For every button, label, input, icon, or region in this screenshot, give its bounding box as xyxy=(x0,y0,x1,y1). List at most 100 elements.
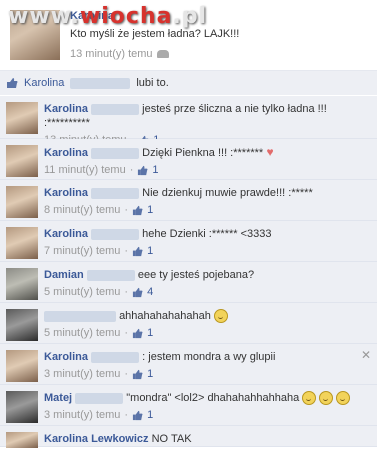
comment-line: Karolina Nie dzienkuj muwie prawde!!! :*… xyxy=(44,186,359,200)
comment-meta: 5 minut(y) temu · 4 xyxy=(44,285,359,299)
thumbs-up-icon xyxy=(7,78,18,88)
comment-item: Damian eee ty jesteś pojebana? 5 minut(y)… xyxy=(0,262,377,303)
redacted-name xyxy=(91,147,140,159)
comment-time[interactable]: 8 minut(y) temu xyxy=(44,203,120,217)
comment-author[interactable]: Karolina Lewkowicz xyxy=(44,433,149,445)
comment-author[interactable]: Karolina xyxy=(44,103,88,115)
comment-time[interactable]: 3 minut(y) temu xyxy=(44,367,120,381)
comments-list: Karolina jesteś prze śliczna a nie tylko… xyxy=(0,96,377,448)
comment-author[interactable]: Karolina xyxy=(44,351,88,363)
comment-body: Damian eee ty jesteś pojebana? 5 minut(y)… xyxy=(44,262,377,299)
comment-meta: 11 minut(y) temu · 1 xyxy=(44,163,359,177)
smiley-icon xyxy=(213,309,228,324)
comment-avatar[interactable] xyxy=(6,145,38,177)
thumbs-up-icon[interactable] xyxy=(132,369,143,380)
comment-author[interactable]: Damian xyxy=(44,269,84,281)
thumbs-up-icon[interactable] xyxy=(132,328,143,339)
smiley-icon xyxy=(336,391,351,406)
post-meta: 13 minut(y) temu xyxy=(70,48,169,60)
post-header: Karolina www.wiocha.pl Kto myśli że jest… xyxy=(0,0,377,70)
comment-avatar[interactable] xyxy=(6,227,38,259)
comment-item: Karolina Dzięki Pienkna !!! :******* ♥ 11… xyxy=(0,139,377,180)
comment-item: ahhahahahahahah 5 minut(y) temu · 1 xyxy=(0,303,377,344)
redacted-name xyxy=(91,187,140,199)
separator-dot: · xyxy=(124,286,129,298)
comment-meta: 3 minut(y) temu · 1 xyxy=(44,367,359,381)
comment-time[interactable]: 7 minut(y) temu xyxy=(44,244,120,258)
liker-name[interactable]: Karolina xyxy=(24,77,64,89)
separator-dot: · xyxy=(124,204,129,216)
comment-meta: 7 minut(y) temu · 1 xyxy=(44,244,359,258)
comment-text: hehe Dzienki :****** <3333 xyxy=(142,228,272,240)
comment-item: Karolina Lewkowicz NO TAK xyxy=(0,426,377,448)
comment-text: : jestem mondra a wy glupii xyxy=(142,351,276,363)
comment-time[interactable]: 3 minut(y) temu xyxy=(44,408,120,422)
comment-author[interactable]: Matej xyxy=(44,392,72,404)
likes-row: Karolina lubi to. xyxy=(0,70,377,95)
comment-avatar[interactable] xyxy=(6,268,38,300)
thumbs-up-icon[interactable] xyxy=(132,246,143,257)
like-count[interactable]: 1 xyxy=(147,367,153,381)
comment-text: ahhahahahahahah xyxy=(119,310,211,322)
like-count[interactable]: 1 xyxy=(147,203,153,217)
thumbs-up-icon[interactable] xyxy=(132,205,143,216)
comment-author[interactable]: Karolina xyxy=(44,228,88,240)
comment-line: Damian eee ty jesteś pojebana? xyxy=(44,268,359,282)
post-time[interactable]: 13 minut(y) temu xyxy=(70,48,153,60)
like-count[interactable]: 1 xyxy=(147,408,153,422)
comment-meta: 5 minut(y) temu · 1 xyxy=(44,326,359,340)
like-count[interactable]: 4 xyxy=(147,285,153,299)
comment-body: Karolina Nie dzienkuj muwie prawde!!! :*… xyxy=(44,180,377,217)
comment-avatar[interactable] xyxy=(6,391,38,423)
comment-text: "mondra" <lol2> dhahahahhahhaha xyxy=(126,392,300,404)
comment-text: NO TAK xyxy=(151,433,192,445)
comment-meta: 8 minut(y) temu · 1 xyxy=(44,203,359,217)
comment-line: Karolina : jestem mondra a wy glupii xyxy=(44,350,359,364)
comment-time[interactable]: 11 minut(y) temu xyxy=(44,163,126,177)
redacted-name xyxy=(91,351,140,363)
comment-meta: 3 minut(y) temu · 1 xyxy=(44,408,359,422)
post-status: Kto myśli że jestem ładna? LAJK!!! xyxy=(70,28,240,40)
comment-avatar[interactable] xyxy=(6,432,38,448)
thumbs-up-icon[interactable] xyxy=(137,165,148,176)
comment-item: Karolina jesteś prze śliczna a nie tylko… xyxy=(0,96,377,146)
comment-line: Karolina Dzięki Pienkna !!! :******* ♥ xyxy=(44,145,359,160)
redacted-surname xyxy=(70,77,131,89)
smiley-icon xyxy=(319,391,334,406)
comment-line: Karolina Lewkowicz NO TAK xyxy=(44,432,359,446)
separator-dot: · xyxy=(124,409,129,422)
comment-time[interactable]: 5 minut(y) temu xyxy=(44,285,120,299)
friends-icon xyxy=(156,50,169,58)
comment-time[interactable]: 5 minut(y) temu xyxy=(44,326,120,340)
thumbs-up-icon[interactable] xyxy=(132,287,143,298)
like-count[interactable]: 1 xyxy=(147,326,153,340)
comment-author[interactable]: Karolina xyxy=(44,147,88,159)
redacted-name xyxy=(75,392,124,404)
redacted-name xyxy=(44,310,116,322)
comment-avatar[interactable] xyxy=(6,102,38,134)
comment-avatar[interactable] xyxy=(6,186,38,218)
comment-line: Karolina jesteś prze śliczna a nie tylko… xyxy=(44,102,359,130)
watermark-logo: www.wiocha.pl xyxy=(8,4,208,29)
separator-dot: · xyxy=(129,164,134,176)
comment-text: eee ty jesteś pojebana? xyxy=(137,269,255,281)
thumbs-up-icon[interactable] xyxy=(132,410,143,421)
separator-dot: · xyxy=(124,245,129,257)
close-icon[interactable]: ✕ xyxy=(361,348,371,362)
comment-line: Karolina hehe Dzienki :****** <3333 xyxy=(44,227,359,241)
comment-author[interactable]: Karolina xyxy=(44,187,88,199)
comment-body: Karolina Dzięki Pienkna !!! :******* ♥ 11… xyxy=(44,139,377,177)
like-count[interactable]: 1 xyxy=(147,244,153,258)
comment-body: Matej "mondra" <lol2> dhahahahhahhaha 3 … xyxy=(44,385,377,422)
redacted-name xyxy=(86,269,135,281)
comment-avatar[interactable] xyxy=(6,309,38,341)
comment-item: Karolina Nie dzienkuj muwie prawde!!! :*… xyxy=(0,180,377,221)
comment-item: Karolina hehe Dzienki :****** <3333 7 min… xyxy=(0,221,377,262)
comment-avatar[interactable] xyxy=(6,350,38,382)
likes-text: lubi to. xyxy=(136,77,169,89)
comment-text: Nie dzienkuj muwie prawde!!! :***** xyxy=(142,187,313,199)
comment-item: Karolina : jestem mondra a wy glupii 3 mi… xyxy=(0,344,377,385)
comment-body: Karolina hehe Dzienki :****** <3333 7 min… xyxy=(44,221,377,258)
like-count[interactable]: 1 xyxy=(152,163,158,177)
heart-icon: ♥ xyxy=(263,145,274,159)
